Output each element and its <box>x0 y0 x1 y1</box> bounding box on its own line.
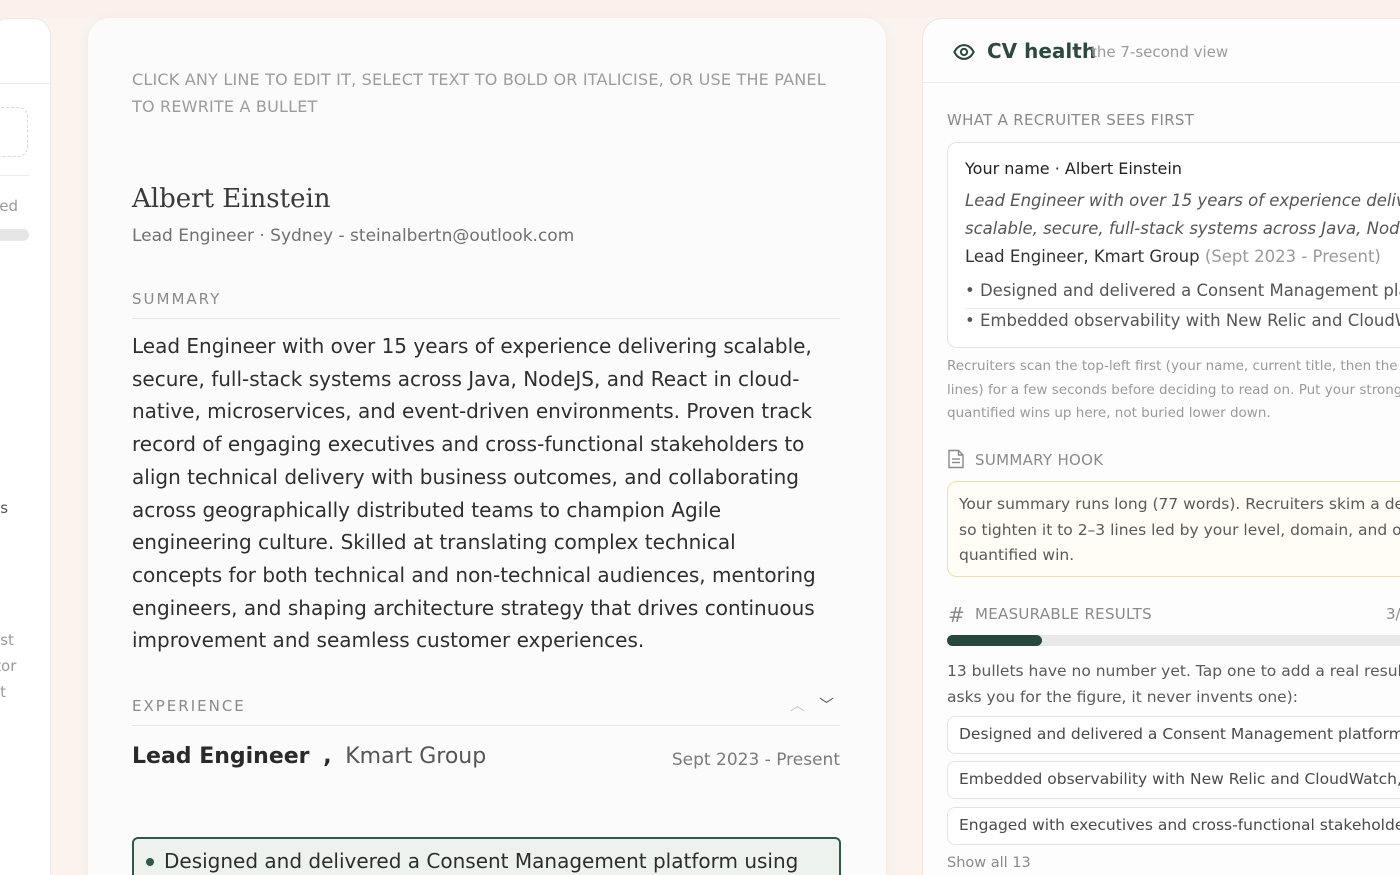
preview-bullet: • Embedded observability with New Relic … <box>965 311 1400 330</box>
cv-health-title: CV health <box>987 39 1097 63</box>
preview-divider <box>965 308 1400 309</box>
cv-contact-line[interactable]: Lead Engineer · Sydney - steinalbertn@ou… <box>132 226 574 246</box>
chevron-up-icon[interactable]: ︿ <box>790 694 805 715</box>
bullet-suggestion-chip[interactable]: Engaged with executives and cross-functi… <box>947 807 1400 845</box>
sidebar-divider-2 <box>0 175 29 176</box>
hook-line: Your summary runs long (77 words). Recru… <box>959 495 1400 513</box>
cv-name[interactable]: Albert Einstein <box>132 184 331 214</box>
cv-health-header: CV health the 7-second view <box>923 19 1400 83</box>
sidebar-input-box[interactable] <box>0 107 28 157</box>
hook-line: quantified win. <box>959 546 1075 564</box>
preview-summary: Lead Engineer with over 15 years of expe… <box>965 187 1400 243</box>
hash-icon: # <box>948 603 965 627</box>
bullet-suggestion-chip[interactable]: Embedded observability with New Relic an… <box>947 761 1400 799</box>
role-heading[interactable]: Lead Engineer , Kmart Group <box>132 744 486 769</box>
role-dates[interactable]: Sept 2023 - Present <box>672 750 840 770</box>
left-sidebar-panel: ced - e es est itor ot - - o <box>0 18 51 875</box>
chevron-down-icon[interactable]: ﹀ <box>819 694 834 715</box>
active-bullet[interactable]: Designed and delivered a Consent Managem… <box>132 837 841 875</box>
sidebar-fragment: est <box>0 631 14 649</box>
note-line: Recruiters scan the top-left first (your… <box>947 358 1400 374</box>
experience-heading: EXPERIENCE <box>132 697 840 726</box>
recruiter-note: Recruiters scan the top-left first (your… <box>947 355 1400 426</box>
summary-hook-label: Summary hook <box>975 451 1104 469</box>
hook-line: so tighten it to 2–3 lines led by your l… <box>959 520 1400 539</box>
measurable-desc-line: asks you for the figure, it never invent… <box>947 687 1298 706</box>
preview-name: Your name · Albert Einstein <box>965 159 1182 178</box>
summary-text[interactable]: Lead Engineer with over 15 years of expe… <box>132 330 832 657</box>
sidebar-fragment: ot <box>0 683 7 701</box>
measurable-progress-fill <box>947 635 1042 646</box>
preview-summary-line: Lead Engineer with over 15 years of expe… <box>965 191 1400 210</box>
recruiter-view-label: What a recruiter sees first <box>947 111 1195 129</box>
cv-health-panel: CV health the 7-second view What a recru… <box>922 18 1400 875</box>
experience-reorder-controls: ︿ ﹀ <box>790 694 834 715</box>
measurable-results-label: Measurable results <box>975 605 1152 623</box>
measurable-desc-line: 13 bullets have no number yet. Tap one t… <box>947 662 1400 680</box>
note-line: lines) for a few seconds before deciding… <box>947 381 1400 398</box>
bullet-suggestion-chip[interactable]: Designed and delivered a Consent Managem… <box>947 716 1400 754</box>
preview-role-dates: (Sept 2023 - Present) <box>1204 247 1381 266</box>
summary-hook-card[interactable]: Your summary runs long (77 words). Recru… <box>947 481 1400 577</box>
sidebar-fragment: itor <box>0 657 17 675</box>
editor-hint: Click any line to edit it, select text t… <box>132 70 826 116</box>
top-band <box>0 0 1400 18</box>
role-title[interactable]: Lead Engineer <box>132 744 310 769</box>
show-all-link[interactable]: Show all 13 <box>947 855 1031 871</box>
role-company[interactable]: Kmart Group <box>345 744 486 769</box>
sidebar-progress-pill <box>0 229 29 241</box>
preview-role-title: Lead Engineer, Kmart Group <box>965 247 1200 266</box>
summary-heading: SUMMARY <box>132 290 840 319</box>
measurable-description: 13 bullets have no number yet. Tap one t… <box>947 659 1400 710</box>
sidebar-fragment: ced <box>0 197 18 215</box>
eye-icon <box>953 44 975 60</box>
preview-summary-line: scalable, secure, full-stack systems acr… <box>965 219 1400 238</box>
sidebar-divider <box>0 83 50 84</box>
bullet-dot-icon <box>146 858 154 866</box>
sidebar-fragment: es <box>0 499 9 517</box>
measurable-progress-bar <box>947 635 1400 646</box>
measurable-results-count: 3/16 <box>1386 605 1400 623</box>
preview-role: Lead Engineer, Kmart Group (Sept 2023 - … <box>965 247 1381 266</box>
document-icon <box>948 449 964 469</box>
preview-bullet: • Designed and delivered a Consent Manag… <box>965 281 1400 300</box>
recruiter-preview: Your name · Albert Einstein Lead Enginee… <box>947 142 1400 348</box>
cv-health-subtitle: the 7-second view <box>1091 43 1229 61</box>
role-separator: , <box>323 744 332 769</box>
active-bullet-text[interactable]: Designed and delivered a Consent Managem… <box>164 849 798 873</box>
note-line: quantified wins up here, not buried lowe… <box>947 405 1271 421</box>
cv-editor-card: Click any line to edit it, select text t… <box>88 18 886 875</box>
